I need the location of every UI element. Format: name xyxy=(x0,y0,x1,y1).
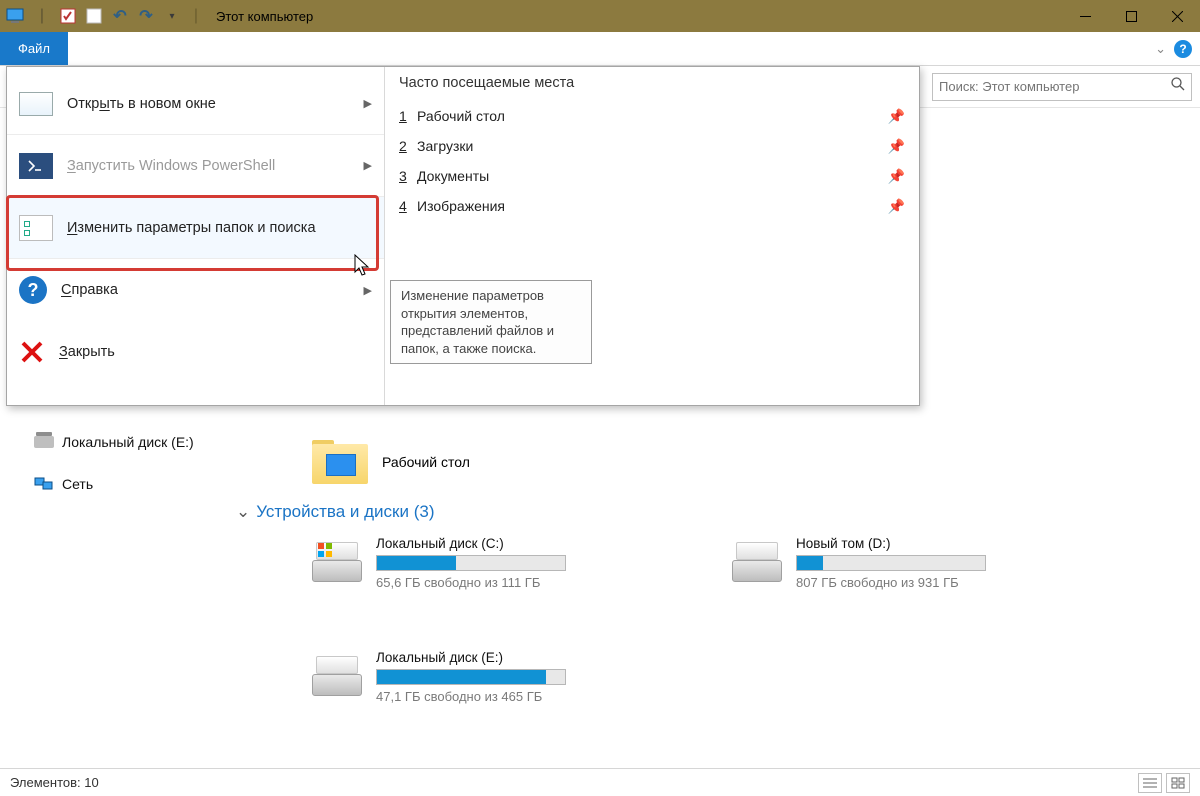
frequent-places-title: Часто посещаемые места xyxy=(399,75,905,91)
qat: | ↶ ↷ ▾ xyxy=(0,4,184,28)
drive-label: Новый том (D:) xyxy=(796,536,1032,551)
minimize-button[interactable] xyxy=(1062,0,1108,32)
drive-label: Локальный диск (C:) xyxy=(376,536,612,551)
network-icon xyxy=(34,477,54,491)
menu-open-new-window[interactable]: Открыть в новом окне ▶ xyxy=(7,73,384,135)
cursor-icon xyxy=(354,254,372,283)
qat-divider: | xyxy=(184,4,208,28)
section-title: Устройства и диски (3) xyxy=(256,502,434,522)
frequent-label: Загрузки xyxy=(417,138,473,154)
drive-d[interactable]: Новый том (D:) 807 ГБ свободно из 931 ГБ xyxy=(732,536,1032,590)
properties-icon[interactable] xyxy=(56,4,80,28)
menu-label-pre: Откр xyxy=(67,96,99,112)
search-icon[interactable] xyxy=(1171,77,1185,96)
drive-icon xyxy=(312,542,362,582)
menu-change-folder-search-options[interactable]: Изменить параметры папок и поиска xyxy=(7,197,384,259)
view-details-button[interactable] xyxy=(1138,773,1162,793)
title-bar: | ↶ ↷ ▾ | Этот компьютер xyxy=(0,0,1200,32)
drive-c[interactable]: Локальный диск (C:) 65,6 ГБ свободно из … xyxy=(312,536,612,590)
undo-icon[interactable]: ↶ xyxy=(108,4,132,28)
drive-free-text: 47,1 ГБ свободно из 465 ГБ xyxy=(376,689,612,704)
frequent-item-documents[interactable]: 3 Документы 📌 xyxy=(399,161,905,191)
section-devices-header[interactable]: ⌄ Устройства и диски (3) xyxy=(236,502,1200,522)
submenu-arrow-icon: ▶ xyxy=(364,159,372,172)
pin-icon[interactable]: 📌 xyxy=(888,168,905,185)
view-large-icons-button[interactable] xyxy=(1166,773,1190,793)
menu-close[interactable]: Закрыть xyxy=(7,321,384,383)
status-bar: Элементов: 10 xyxy=(0,768,1200,796)
frequent-item-desktop[interactable]: 1 Рабочий стол 📌 xyxy=(399,101,905,131)
qat-separator: | xyxy=(30,4,54,28)
search-box[interactable] xyxy=(932,73,1192,101)
sidebar-item-label: Сеть xyxy=(62,476,93,492)
drive-e[interactable]: Локальный диск (E:) 47,1 ГБ свободно из … xyxy=(312,650,612,704)
drive-usage-bar xyxy=(376,555,566,571)
ribbon-collapse-icon[interactable]: ⌄ xyxy=(1155,41,1166,57)
redo-icon[interactable]: ↷ xyxy=(134,4,158,28)
qat-dropdown-icon[interactable]: ▾ xyxy=(160,4,184,28)
frequent-label: Изображения xyxy=(417,198,505,214)
help-circle-icon: ? xyxy=(19,276,47,304)
folder-desktop[interactable]: Рабочий стол xyxy=(312,440,1200,484)
powershell-icon xyxy=(19,153,53,179)
drive-label: Локальный диск (E:) xyxy=(376,650,612,665)
window-icon xyxy=(19,92,53,116)
frequent-item-pictures[interactable]: 4 Изображения 📌 xyxy=(399,191,905,221)
frequent-label: Документы xyxy=(417,168,489,184)
drive-usage-bar xyxy=(796,555,986,571)
submenu-arrow-icon: ▶ xyxy=(364,284,372,297)
close-window-button[interactable] xyxy=(1154,0,1200,32)
menu-help[interactable]: ? Справка ▶ xyxy=(7,259,384,321)
status-elements-count: Элементов: 10 xyxy=(10,775,99,790)
chevron-down-icon: ⌄ xyxy=(236,502,250,522)
folder-icon xyxy=(312,440,368,484)
maximize-button[interactable] xyxy=(1108,0,1154,32)
window-title: Этот компьютер xyxy=(216,9,313,24)
drive-icon xyxy=(732,542,782,582)
options-icon xyxy=(19,215,53,241)
menu-run-powershell[interactable]: Запустить Windows PowerShell ▶ xyxy=(7,135,384,197)
sidebar-item-label: Локальный диск (E:) xyxy=(62,434,194,450)
drive-free-text: 65,6 ГБ свободно из 111 ГБ xyxy=(376,575,612,590)
drive-list: Локальный диск (C:) 65,6 ГБ свободно из … xyxy=(312,536,1200,704)
help-icon[interactable]: ? xyxy=(1174,40,1192,58)
pin-icon[interactable]: 📌 xyxy=(888,108,905,125)
submenu-arrow-icon: ▶ xyxy=(364,97,372,110)
file-menu-left: Открыть в новом окне ▶ Запустить Windows… xyxy=(7,67,385,405)
frequent-item-downloads[interactable]: 2 Загрузки 📌 xyxy=(399,131,905,161)
close-icon xyxy=(19,339,45,365)
sidebar-item-network[interactable]: Сеть xyxy=(34,470,220,498)
sidebar-item-local-disk-e[interactable]: Локальный диск (E:) xyxy=(34,428,220,456)
drive-icon xyxy=(34,436,54,448)
drive-usage-bar xyxy=(376,669,566,685)
tooltip: Изменение параметров открытия элементов,… xyxy=(390,280,592,364)
search-input[interactable] xyxy=(939,79,1171,94)
computer-icon[interactable] xyxy=(4,4,28,28)
new-folder-icon[interactable] xyxy=(82,4,106,28)
pin-icon[interactable]: 📌 xyxy=(888,198,905,215)
frequent-label: Рабочий стол xyxy=(417,108,505,124)
pin-icon[interactable]: 📌 xyxy=(888,138,905,155)
file-tab[interactable]: Файл xyxy=(0,32,68,65)
ribbon-tabs: Файл ⌄ ? xyxy=(0,32,1200,66)
drive-icon xyxy=(312,656,362,696)
folder-label: Рабочий стол xyxy=(382,454,470,470)
drive-free-text: 807 ГБ свободно из 931 ГБ xyxy=(796,575,1032,590)
